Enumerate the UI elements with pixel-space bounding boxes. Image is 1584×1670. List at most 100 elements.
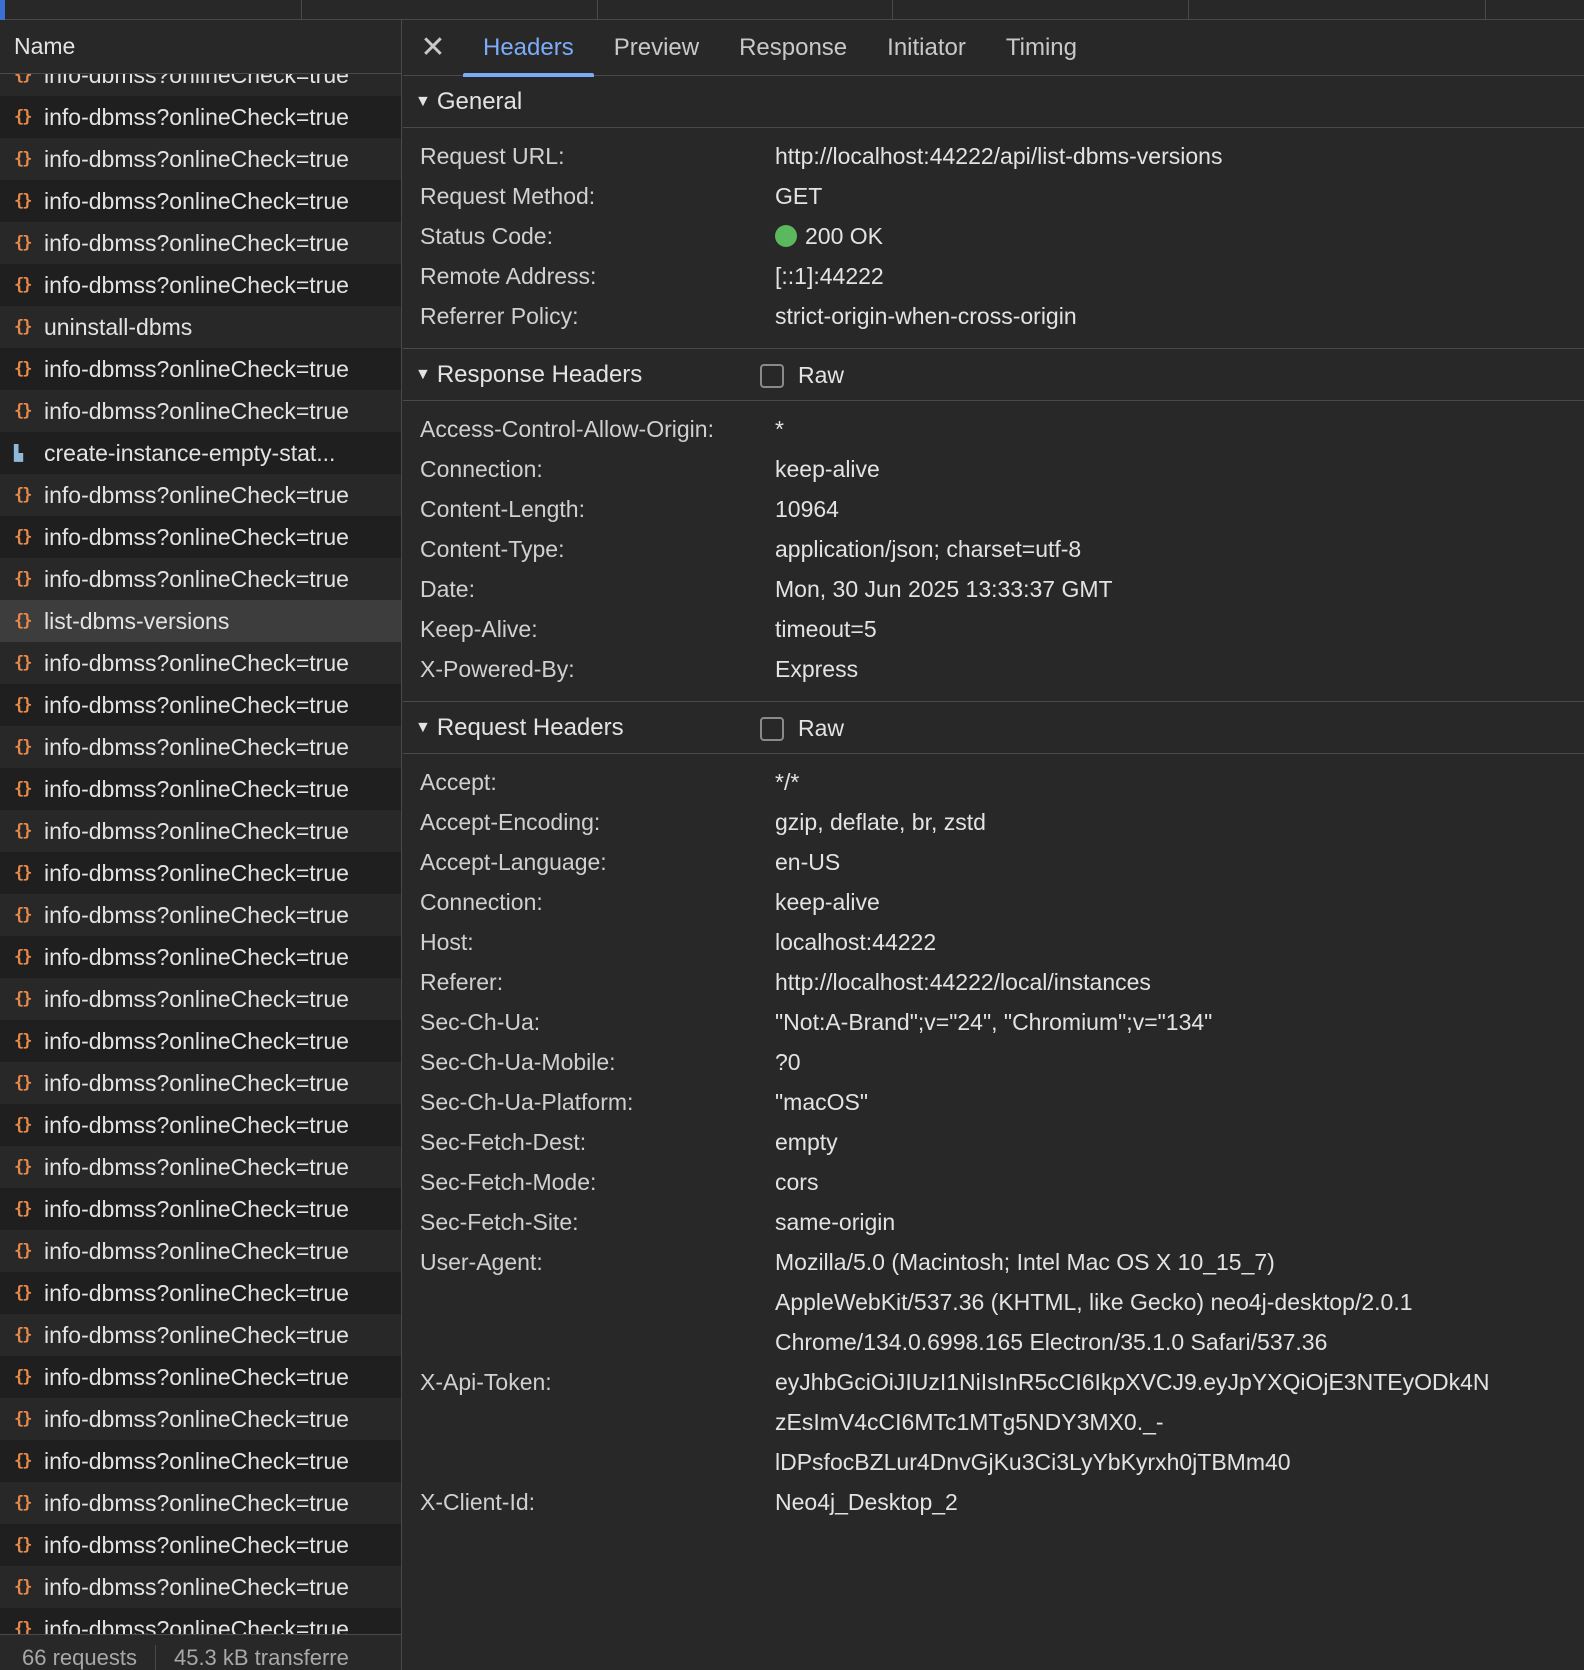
header-value-line: same-origin [775,1209,896,1235]
tab-headers[interactable]: Headers [463,20,594,77]
header-row: Date: Mon, 30 Jun 2025 13:33:37 GMT [403,569,1584,609]
request-row-selected[interactable]: {} list-dbms-versions [0,600,401,642]
request-row[interactable]: {} info-dbmss?onlineCheck=true [0,348,401,390]
header-row: Access-Control-Allow-Origin: * [403,409,1584,449]
request-headers-section-header[interactable]: ▼ Request Headers Raw [403,702,1584,754]
request-row[interactable]: {} info-dbmss?onlineCheck=true [0,1230,401,1272]
header-value-line: keep-alive [775,889,880,915]
header-value: en-US [775,842,1584,882]
raw-checkbox[interactable] [760,363,784,388]
close-icon[interactable]: ✕ [403,20,463,76]
network-summary-bar: 66 requests 45.3 kB transferre [0,1634,401,1670]
name-column-label: Name [14,33,76,59]
header-row: Content-Length: 10964 [403,489,1584,529]
request-row[interactable]: ▙ create-instance-empty-stat... [0,432,401,474]
general-section-header[interactable]: ▼ General [403,76,1584,128]
header-value: strict-origin-when-cross-origin [775,296,1584,336]
triangle-down-icon[interactable]: ▼ [415,366,431,384]
response-headers-section-header[interactable]: ▼ Response Headers Raw [403,349,1584,401]
header-value: Mon, 30 Jun 2025 13:33:37 GMT [775,569,1584,609]
request-row[interactable]: {} info-dbmss?onlineCheck=true [0,726,401,768]
header-value: http://localhost:44222/api/list-dbms-ver… [775,136,1584,176]
request-name: info-dbmss?onlineCheck=true [44,1027,349,1054]
header-key: Keep-Alive: [420,616,538,642]
tab-response[interactable]: Response [719,20,867,76]
header-row: Sec-Ch-Ua-Platform: "macOS" [403,1082,1584,1122]
request-name: info-dbmss?onlineCheck=true [44,985,349,1012]
header-key: Sec-Ch-Ua-Mobile: [420,1049,616,1075]
header-key: Sec-Ch-Ua: [420,1009,541,1035]
request-name: info-dbmss?onlineCheck=true [44,565,349,592]
tab-initiator[interactable]: Initiator [867,20,986,76]
request-row[interactable]: {} info-dbmss?onlineCheck=true [0,1104,401,1146]
request-list-pane: Name {} info-dbmss?onlineCheck=true {} info… [0,20,402,1670]
request-name: info-dbmss?onlineCheck=true [44,229,349,256]
request-row[interactable]: {} info-dbmss?onlineCheck=true [0,768,401,810]
request-name: info-dbmss?onlineCheck=true [44,1405,349,1432]
request-row[interactable]: {} info-dbmss?onlineCheck=true [0,180,401,222]
header-row: Remote Address: [::1]:44222 [403,256,1584,296]
request-row[interactable]: {} info-dbmss?onlineCheck=true [0,1146,401,1188]
request-row[interactable]: {} info-dbmss?onlineCheck=true [0,222,401,264]
request-row[interactable]: {} info-dbmss?onlineCheck=true [0,1398,401,1440]
request-row[interactable]: {} info-dbmss?onlineCheck=true [0,96,401,138]
header-value-line: application/json; charset=utf-8 [775,536,1082,562]
request-row[interactable]: {} uninstall-dbms [0,306,401,348]
header-key: X-Api-Token: [420,1369,552,1395]
request-name: info-dbmss?onlineCheck=true [44,187,349,214]
json-icon: {} [14,1241,32,1261]
request-row[interactable]: {} info-dbmss?onlineCheck=true [0,1188,401,1230]
request-row[interactable]: {} info-dbmss?onlineCheck=true [0,1524,401,1566]
request-list[interactable]: {} info-dbmss?onlineCheck=true {} info-dbms… [0,74,401,1634]
request-row[interactable]: {} info-dbmss?onlineCheck=true [0,74,401,96]
json-icon: {} [14,74,32,85]
header-key: Content-Type: [420,536,565,562]
request-row[interactable]: {} info-dbmss?onlineCheck=true [0,1272,401,1314]
request-row[interactable]: {} info-dbmss?onlineCheck=true [0,1566,401,1608]
header-key: Access-Control-Allow-Origin: [420,416,714,442]
request-row[interactable]: {} info-dbmss?onlineCheck=true [0,474,401,516]
request-row[interactable]: {} info-dbmss?onlineCheck=true [0,1608,401,1634]
request-row[interactable]: {} info-dbmss?onlineCheck=true [0,138,401,180]
triangle-down-icon[interactable]: ▼ [415,93,431,111]
json-icon: {} [14,1283,32,1303]
request-row[interactable]: {} info-dbmss?onlineCheck=true [0,558,401,600]
request-row[interactable]: {} info-dbmss?onlineCheck=true [0,810,401,852]
request-row[interactable]: {} info-dbmss?onlineCheck=true [0,1314,401,1356]
json-icon: {} [14,275,32,295]
header-row: Referrer Policy: strict-origin-when-cross… [403,296,1584,336]
triangle-down-icon[interactable]: ▼ [415,719,431,737]
tab-timing[interactable]: Timing [986,20,1097,76]
header-key: Request URL: [420,143,565,169]
tab-preview[interactable]: Preview [594,20,719,76]
request-row[interactable]: {} info-dbmss?onlineCheck=true [0,1020,401,1062]
header-key: Sec-Fetch-Dest: [420,1129,587,1155]
raw-toggle[interactable]: Raw [760,715,844,742]
section-title: Response Headers [436,360,643,388]
header-value: Neo4j_Desktop_2 [775,1482,1584,1522]
header-key: Accept: [420,769,497,795]
request-row[interactable]: {} info-dbmss?onlineCheck=true [0,894,401,936]
request-row[interactable]: {} info-dbmss?onlineCheck=true [0,978,401,1020]
request-row[interactable]: {} info-dbmss?onlineCheck=true [0,936,401,978]
response-headers-section: Access-Control-Allow-Origin: * Connection:… [403,401,1584,702]
request-row[interactable]: {} info-dbmss?onlineCheck=true [0,684,401,726]
raw-checkbox[interactable] [760,716,784,741]
tab-label: Timing [1005,33,1077,61]
request-row[interactable]: {} info-dbmss?onlineCheck=true [0,390,401,432]
header-value-line: 200 OK [775,216,1570,256]
request-row[interactable]: {} info-dbmss?onlineCheck=true [0,1356,401,1398]
request-row[interactable]: {} info-dbmss?onlineCheck=true [0,642,401,684]
request-row[interactable]: {} info-dbmss?onlineCheck=true [0,264,401,306]
request-row[interactable]: {} info-dbmss?onlineCheck=true [0,852,401,894]
header-value: keep-alive [775,882,1584,922]
header-row: Request Method: GET [403,176,1584,216]
header-row: Sec-Ch-Ua-Mobile: ?0 [403,1042,1584,1082]
request-row[interactable]: {} info-dbmss?onlineCheck=true [0,1482,401,1524]
json-icon: {} [14,1493,32,1513]
request-row[interactable]: {} info-dbmss?onlineCheck=true [0,1062,401,1104]
raw-toggle[interactable]: Raw [760,362,844,389]
request-row[interactable]: {} info-dbmss?onlineCheck=true [0,516,401,558]
name-column-header[interactable]: Name [0,20,401,74]
request-row[interactable]: {} info-dbmss?onlineCheck=true [0,1440,401,1482]
